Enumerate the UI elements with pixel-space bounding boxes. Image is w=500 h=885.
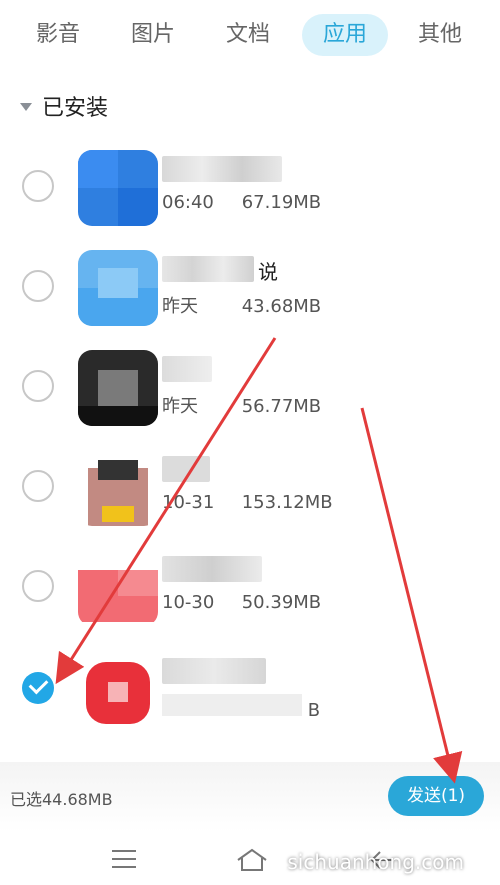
select-checkbox[interactable] [22, 570, 54, 602]
app-name-blurred [162, 658, 266, 684]
menu-icon[interactable] [112, 850, 136, 868]
select-checkbox[interactable] [22, 370, 54, 402]
app-meta-blurred [162, 694, 302, 716]
app-name-blurred [162, 356, 212, 382]
app-icon-blurred [78, 652, 158, 728]
home-icon[interactable] [234, 846, 270, 874]
send-button[interactable]: 发送(1) [388, 776, 484, 816]
app-name-suffix: 说 [258, 260, 278, 284]
selected-size-text: 已选44.68MB [10, 790, 113, 809]
app-time: 10-31 [162, 492, 215, 513]
app-icon-blurred [78, 350, 158, 426]
select-checkbox[interactable] [22, 170, 54, 202]
section-title: 已安装 [42, 96, 109, 121]
app-size: 56.77MB [241, 396, 322, 417]
selection-bar: 已选44.68MB 发送(1) [0, 762, 500, 832]
app-name-blurred [162, 456, 210, 482]
app-meta: 10-31 153.12MB [162, 492, 333, 513]
select-checkbox[interactable] [22, 270, 54, 302]
tab-media[interactable]: 影音 [18, 14, 98, 56]
app-icon-blurred [78, 450, 158, 526]
app-row[interactable]: 昨天 56.77MB [0, 340, 500, 440]
select-checkbox[interactable] [22, 470, 54, 502]
app-name-blurred [162, 556, 262, 582]
app-meta: 昨天 43.68MB [162, 292, 321, 318]
app-meta: B [162, 694, 320, 721]
tab-images[interactable]: 图片 [113, 14, 193, 56]
app-row[interactable]: 说 昨天 43.68MB [0, 240, 500, 340]
tab-documents[interactable]: 文档 [208, 14, 288, 56]
app-size: 43.68MB [241, 296, 322, 317]
app-size: B [307, 700, 321, 721]
app-row[interactable]: 10-30 50.39MB [0, 540, 500, 640]
app-size: 153.12MB [241, 492, 333, 513]
category-tabs: 影音 图片 文档 应用 其他 [0, 0, 500, 70]
app-time: 06:40 [162, 192, 214, 213]
app-time: 10-30 [162, 592, 215, 613]
app-meta: 昨天 56.77MB [162, 392, 321, 418]
app-icon-blurred [78, 150, 158, 226]
app-size: 67.19MB [241, 192, 322, 213]
collapse-caret-icon [20, 103, 32, 111]
watermark-text: sichuanhong.com [287, 850, 464, 874]
select-checkbox-checked[interactable] [22, 672, 54, 704]
app-row-selected[interactable]: B [0, 642, 500, 742]
app-row[interactable]: 06:40 67.19MB [0, 140, 500, 240]
tab-apps[interactable]: 应用 [302, 14, 388, 56]
app-icon-blurred [78, 250, 158, 326]
app-row[interactable]: 10-31 153.12MB [0, 440, 500, 540]
app-time: 昨天 [162, 396, 198, 417]
app-size: 50.39MB [241, 592, 322, 613]
app-name-blurred [162, 156, 282, 182]
app-meta: 10-30 50.39MB [162, 592, 321, 613]
tab-other[interactable]: 其他 [400, 14, 480, 56]
app-icon-blurred [78, 550, 158, 626]
app-meta: 06:40 67.19MB [162, 192, 321, 213]
app-name-blurred [162, 256, 254, 282]
app-time: 昨天 [162, 296, 198, 317]
installed-section-header[interactable]: 已安装 [20, 88, 108, 124]
